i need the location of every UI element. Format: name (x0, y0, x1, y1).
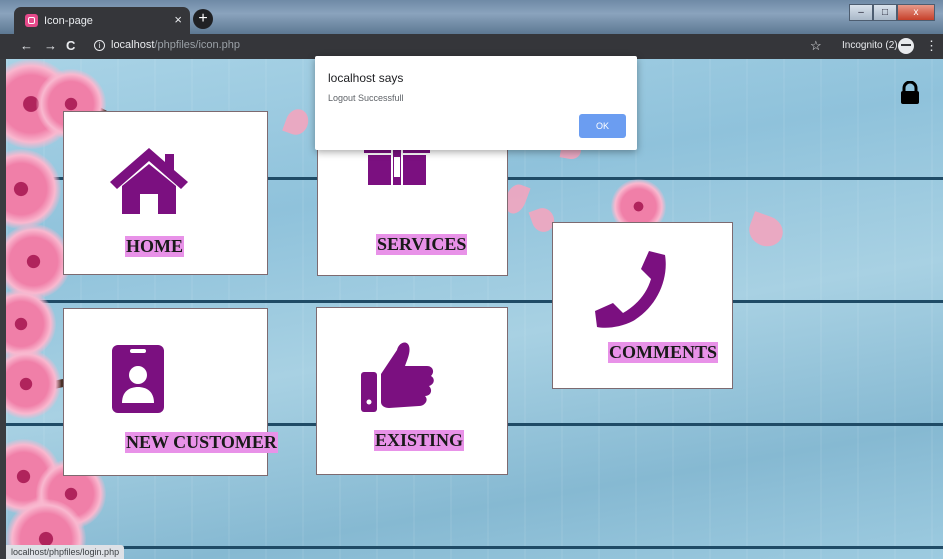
url-path: /phpfiles/icon.php (154, 39, 241, 51)
bookmark-star-icon[interactable]: ☆ (810, 38, 822, 54)
back-arrow-icon[interactable]: ← (20, 38, 33, 53)
flower-decoration (6, 149, 61, 229)
thumbs-up-icon (361, 342, 434, 412)
close-window-button[interactable]: x (897, 4, 935, 21)
alert-dialog: localhost says Logout Successfull OK (315, 56, 637, 150)
card-existing[interactable]: EXISTING (316, 307, 508, 475)
new-tab-button[interactable]: + (193, 9, 213, 29)
browser-menu-icon[interactable]: ⋮ (925, 38, 938, 54)
dialog-title: localhost says (328, 71, 404, 85)
dialog-message: Logout Successfull (328, 93, 404, 103)
flower-decoration (6, 224, 71, 299)
window-controls: – □ x (849, 4, 935, 21)
card-new-customer[interactable]: NEW CUSTOMER (63, 308, 278, 476)
card-label-comments: COMMENTS (608, 342, 718, 363)
card-label-home: HOME (125, 236, 184, 257)
card-label-new-customer: NEW CUSTOMER (125, 432, 278, 453)
tab-title: Icon-page (44, 15, 93, 27)
card-label-existing: EXISTING (374, 430, 465, 451)
incognito-icon[interactable] (898, 38, 914, 54)
address-bar[interactable]: localhost/phpfiles/icon.php (111, 39, 240, 51)
site-info-icon[interactable]: i (94, 40, 105, 51)
card-services[interactable]: SERVICES (317, 130, 508, 276)
reload-icon[interactable]: C (66, 38, 75, 53)
card-home[interactable]: HOME (63, 111, 268, 275)
phone-icon (595, 251, 666, 328)
card-comments[interactable]: COMMENTS (552, 222, 733, 389)
maximize-button[interactable]: □ (873, 4, 897, 21)
dialog-ok-button[interactable]: OK (579, 114, 626, 138)
status-bar-url: localhost/phpfiles/login.php (6, 545, 125, 559)
petal-decoration (282, 106, 312, 138)
browser-tab[interactable]: Icon-page × (14, 7, 190, 34)
window-titlebar: Icon-page × + – □ x (0, 0, 943, 34)
home-icon (110, 148, 188, 214)
id-badge-icon (112, 345, 164, 413)
tab-close-icon[interactable]: × (174, 12, 182, 27)
incognito-label: Incognito (2) (842, 40, 898, 51)
url-host: localhost (111, 39, 155, 51)
forward-arrow-icon[interactable]: → (44, 38, 57, 53)
card-label-services: SERVICES (376, 234, 468, 255)
flower-decoration (6, 349, 61, 419)
page-favicon-icon (25, 14, 38, 27)
petal-decoration (744, 211, 788, 251)
lock-icon[interactable] (900, 81, 920, 105)
minimize-button[interactable]: – (849, 4, 873, 21)
